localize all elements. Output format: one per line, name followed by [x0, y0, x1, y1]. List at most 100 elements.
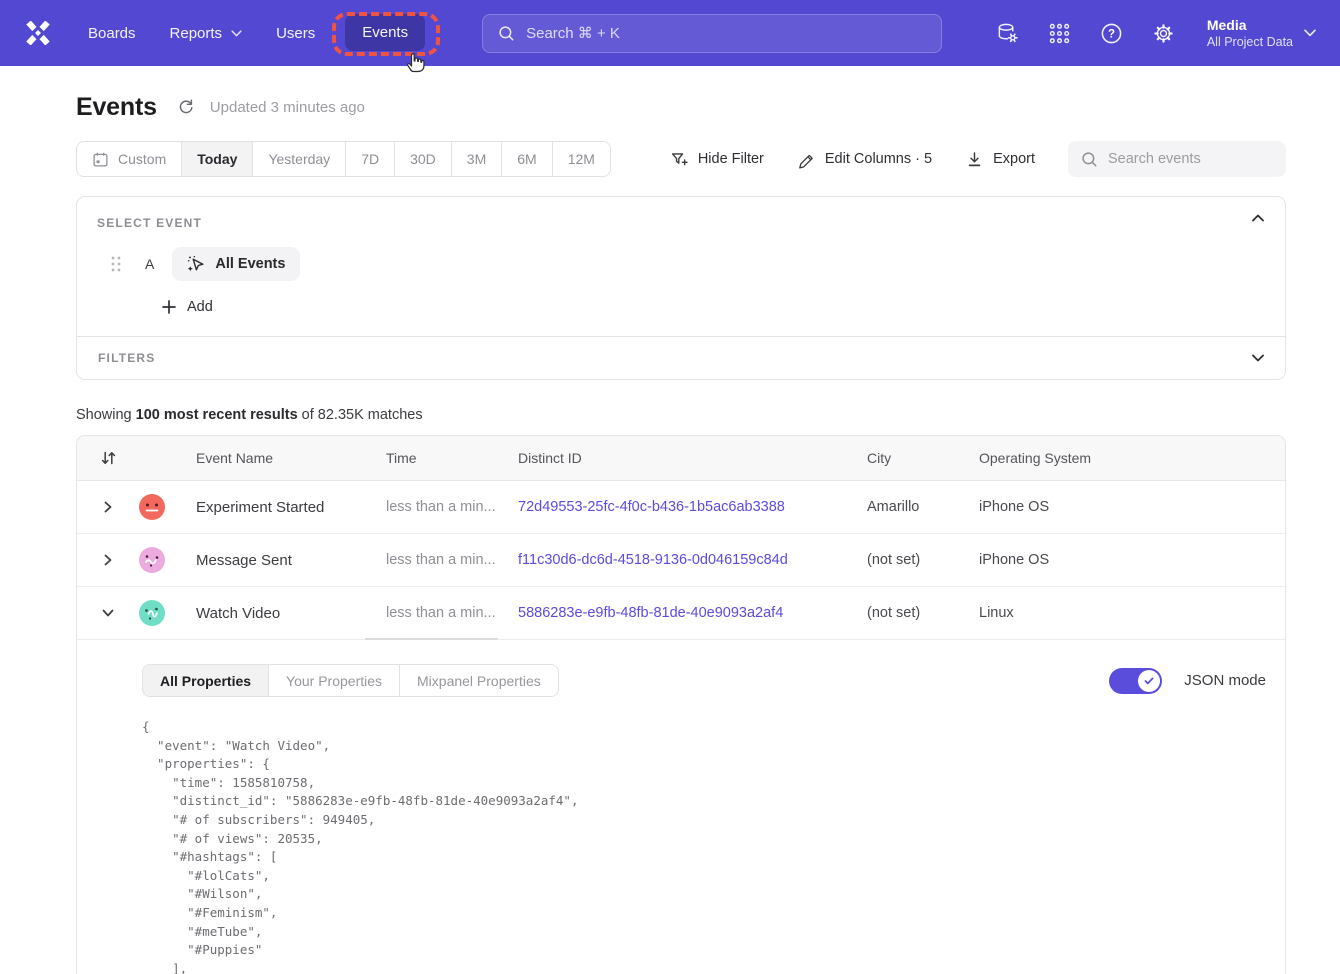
nav-item-events[interactable]: Events: [345, 14, 425, 51]
apps-grid-icon[interactable]: [1048, 22, 1071, 45]
expand-filters-chevron-down-icon[interactable]: [1252, 354, 1264, 362]
event-detail-panel: All Properties Your Properties Mixpanel …: [77, 640, 1285, 974]
select-event-label: SELECT EVENT: [97, 216, 1265, 230]
col-city[interactable]: City: [867, 450, 979, 466]
query-builder-card: SELECT EVENT A: [76, 196, 1286, 380]
cell-distinct-id-link[interactable]: 5886283e-e9fb-48fb-81de-40e9093a2af4: [518, 605, 867, 621]
expand-row-chevron-right-icon[interactable]: [103, 554, 113, 566]
download-icon: [965, 150, 984, 169]
cell-os: iPhone OS: [979, 499, 1187, 515]
cell-time: less than a min...: [386, 499, 504, 515]
date-option-custom[interactable]: Custom: [77, 142, 181, 176]
json-mode-toggle-knob: [1138, 670, 1160, 692]
hand-cursor-icon: [405, 49, 429, 75]
row-menu-icon[interactable]: [1269, 607, 1286, 619]
top-navbar: Boards Reports Users Events Search ⌘ + K: [0, 0, 1340, 66]
collapse-row-chevron-down-icon[interactable]: [102, 608, 114, 618]
event-avatar: [139, 600, 165, 626]
cell-distinct-id-link[interactable]: f11c30d6-dc6d-4518-9136-0d046159c84d: [518, 552, 867, 568]
filters-label: FILTERS: [98, 351, 156, 365]
date-option-6m[interactable]: 6M: [501, 142, 551, 176]
filter-funnel-icon: [670, 150, 689, 169]
date-option-7d[interactable]: 7D: [345, 142, 394, 176]
json-mode-toggle[interactable]: [1109, 668, 1162, 694]
sort-icon[interactable]: [101, 450, 116, 466]
date-option-12m[interactable]: 12M: [552, 142, 610, 176]
chevron-down-icon: [231, 30, 242, 37]
row-menu-icon[interactable]: [1269, 501, 1286, 513]
event-avatar: [139, 547, 165, 573]
nav-item-users[interactable]: Users: [276, 25, 315, 42]
filters-section-header[interactable]: FILTERS: [77, 336, 1285, 379]
search-events-input[interactable]: Search events: [1068, 141, 1286, 177]
cell-city: (not set): [867, 605, 979, 621]
navbar-right: ? Media All Project Data: [996, 17, 1316, 50]
cell-city: (not set): [867, 552, 979, 568]
date-option-30d[interactable]: 30D: [394, 142, 451, 176]
table-row-expanded[interactable]: Watch Video less than a min... 5886283e-…: [77, 587, 1285, 640]
row-menu-icon[interactable]: [1269, 554, 1286, 566]
global-search-input[interactable]: Search ⌘ + K: [482, 14, 942, 53]
date-option-today[interactable]: Today: [181, 142, 252, 176]
project-scope: All Project Data: [1207, 34, 1293, 50]
nav-item-events-wrap: Events: [345, 24, 425, 42]
data-management-icon[interactable]: [996, 22, 1019, 45]
date-range-segmented-control: Custom Today Yesterday 7D 30D 3M 6M 12M: [76, 141, 611, 177]
chevron-down-icon: [1304, 29, 1316, 37]
collapse-section-chevron-up-icon[interactable]: [1252, 214, 1264, 222]
event-avatar: [139, 494, 165, 520]
search-icon: [1081, 151, 1098, 168]
cell-city: Amarillo: [867, 499, 979, 515]
cell-distinct-id-link[interactable]: 72d49553-25fc-4f0c-b436-1b5ac6ab3388: [518, 499, 867, 515]
cell-time: less than a min...: [386, 552, 504, 568]
table-row[interactable]: Experiment Started less than a min... 72…: [77, 481, 1285, 534]
event-selector-button[interactable]: All Events: [172, 247, 300, 281]
mixpanel-logo-icon[interactable]: [24, 21, 52, 45]
col-operating-system[interactable]: Operating System: [979, 450, 1187, 466]
nav-item-reports-label: Reports: [170, 25, 223, 42]
project-name: Media: [1207, 17, 1293, 34]
pencil-icon: [797, 150, 816, 169]
global-search-placeholder: Search ⌘ + K: [526, 24, 620, 42]
search-events-placeholder: Search events: [1108, 151, 1201, 167]
edit-columns-button[interactable]: Edit Columns · 5: [797, 150, 932, 169]
table-row[interactable]: Message Sent less than a min... f11c30d6…: [77, 534, 1285, 587]
expand-row-chevron-right-icon[interactable]: [103, 501, 113, 513]
event-row-more-icon[interactable]: [316, 260, 336, 268]
project-selector[interactable]: Media All Project Data: [1207, 17, 1316, 50]
time-column-underline: [365, 638, 498, 640]
hide-filter-button[interactable]: Hide Filter: [670, 150, 764, 169]
col-event-name[interactable]: Event Name: [196, 450, 386, 466]
add-event-button[interactable]: Add: [162, 299, 213, 315]
refresh-icon[interactable]: [176, 98, 195, 117]
json-mode-label: JSON mode: [1184, 672, 1266, 689]
col-distinct-id[interactable]: Distinct ID: [518, 450, 867, 466]
edit-columns-label: Edit Columns · 5: [825, 151, 932, 167]
date-option-yesterday[interactable]: Yesterday: [252, 142, 345, 176]
settings-gear-icon[interactable]: [1152, 22, 1175, 45]
col-time[interactable]: Time: [386, 450, 518, 466]
nav-item-boards[interactable]: Boards: [88, 25, 136, 42]
export-label: Export: [993, 151, 1035, 167]
check-icon: [1144, 677, 1154, 685]
plus-icon: [162, 300, 176, 314]
cell-time: less than a min...: [386, 605, 504, 621]
date-option-label: Custom: [118, 151, 166, 167]
events-page: Events Updated 3 minutes ago Custom Toda…: [0, 93, 1340, 974]
sparkle-cursor-icon: [187, 255, 205, 273]
cell-os: Linux: [979, 605, 1187, 621]
tab-mixpanel-properties[interactable]: Mixpanel Properties: [399, 665, 558, 696]
table-header-row: Event Name Time Distinct ID City Operati…: [77, 436, 1285, 481]
nav-item-reports[interactable]: Reports: [170, 25, 243, 42]
tab-all-properties[interactable]: All Properties: [143, 665, 268, 696]
svg-text:?: ?: [1108, 28, 1115, 40]
tab-your-properties[interactable]: Your Properties: [268, 665, 399, 696]
selected-event-name: All Events: [215, 256, 285, 272]
event-json-viewer[interactable]: { "event": "Watch Video", "properties": …: [142, 718, 1266, 974]
drag-handle-icon[interactable]: [110, 255, 122, 273]
updated-timestamp: Updated 3 minutes ago: [210, 99, 365, 116]
results-summary-suffix: of 82.35K matches: [298, 407, 423, 423]
export-button[interactable]: Export: [965, 150, 1035, 169]
date-option-3m[interactable]: 3M: [451, 142, 501, 176]
help-icon[interactable]: ?: [1100, 22, 1123, 45]
